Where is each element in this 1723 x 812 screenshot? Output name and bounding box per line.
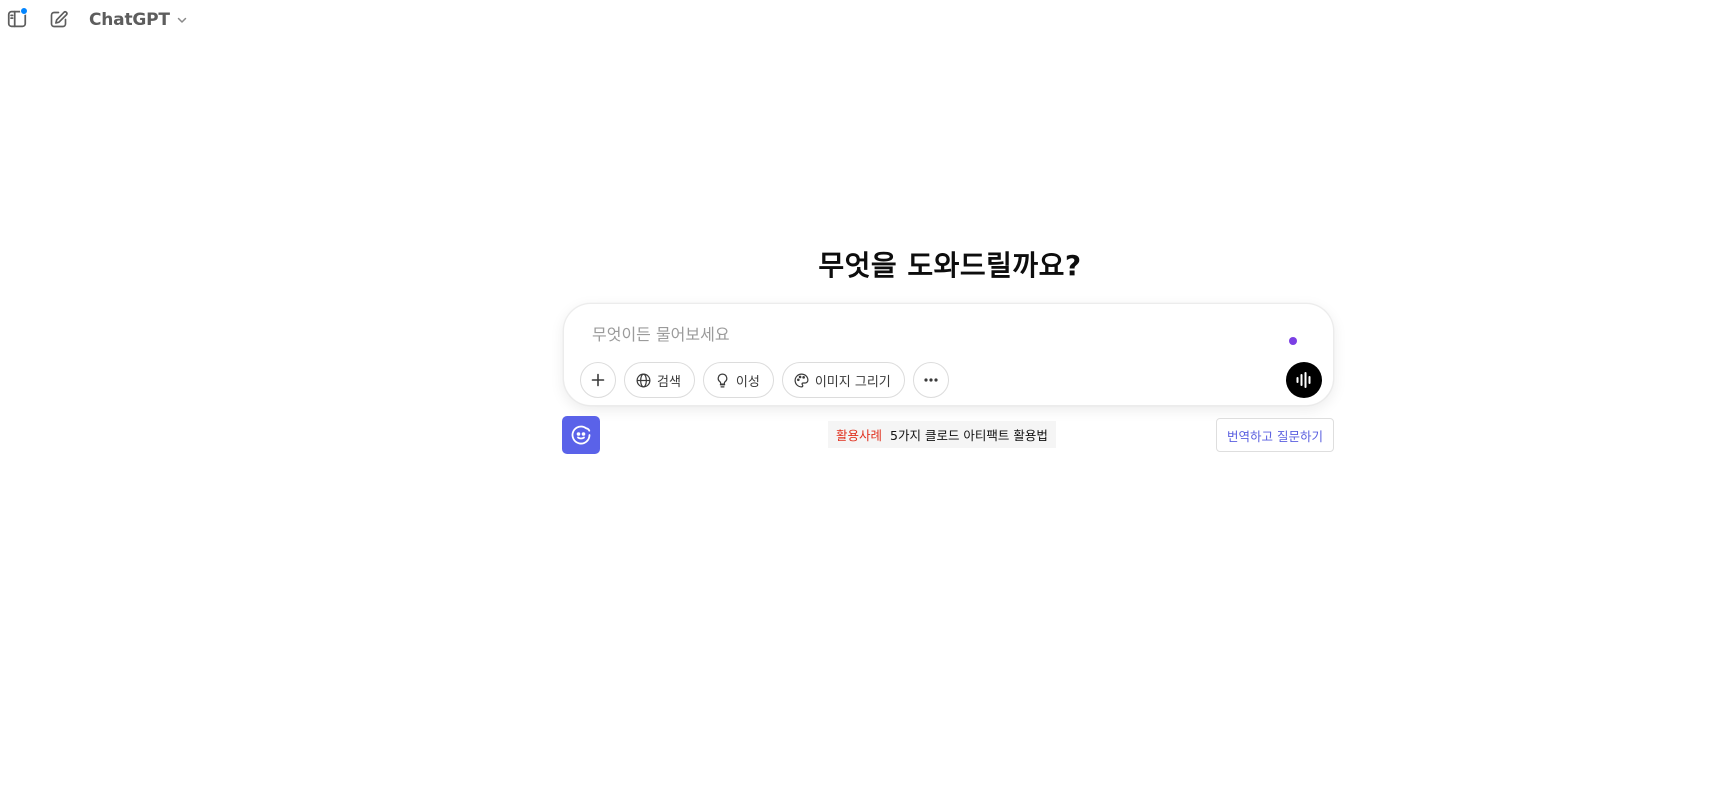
chevron-down-icon [177,17,187,23]
tip-link[interactable]: 5가지 클로드 아티팩트 활용법 [890,425,1048,444]
model-name: ChatGPT [89,10,170,30]
reason-button-label: 이성 [735,374,760,390]
translate-and-ask-button[interactable]: 번역하고 질문하기 [1216,418,1334,452]
lightbulb-icon [717,373,728,387]
attach-button[interactable] [580,362,616,398]
extension-button[interactable] [562,416,600,454]
compose-icon [50,10,68,27]
search-button-label: 검색 [657,374,681,390]
reason-button[interactable]: 이성 [702,362,774,398]
model-switcher[interactable]: ChatGPT [89,6,188,34]
more-tools-button[interactable] [912,362,949,398]
prompt-input[interactable] [590,318,1250,350]
tip-label: 활용사례 [836,428,883,443]
new-chat-button[interactable] [44,5,72,33]
globe-icon [636,373,651,387]
composer-toolbar: 검색 이성 이미지 그리기 [580,362,949,398]
plus-icon [591,373,605,387]
more-horizontal-icon [924,378,938,382]
draw-image-button[interactable]: 이미지 그리기 [781,362,905,398]
chat-bubble-icon [571,425,591,445]
draw-image-button-label: 이미지 그리기 [814,374,891,390]
notification-dot [20,7,28,15]
status-dot [1289,337,1297,345]
palette-icon [794,373,809,387]
chat-composer: 검색 이성 이미지 그리기 [563,303,1334,406]
page-title: 무엇을 도와드릴까요? [818,249,1082,282]
search-button[interactable]: 검색 [624,362,695,398]
voice-waveform-icon [1296,372,1311,388]
voice-mode-button[interactable] [1286,362,1322,398]
tip-banner[interactable]: 활용사례 5가지 클로드 아티팩트 활용법 [828,421,1056,448]
